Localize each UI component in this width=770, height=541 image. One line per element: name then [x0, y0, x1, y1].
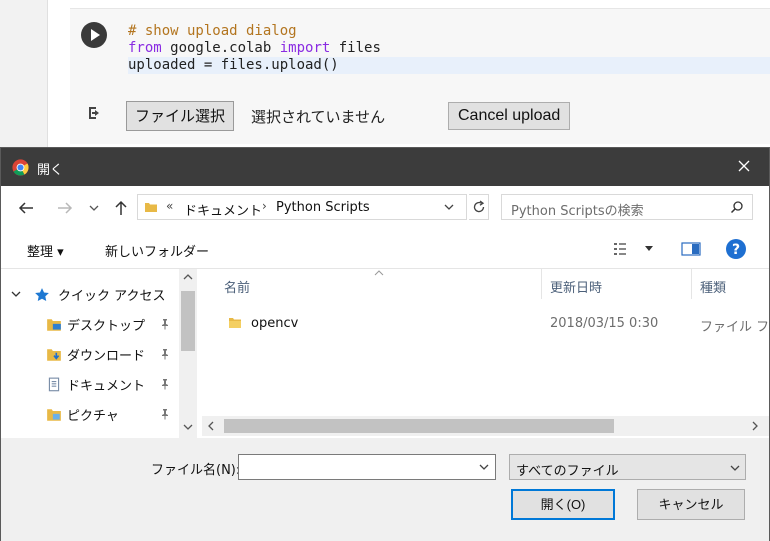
output-icon — [89, 107, 99, 119]
organize-button[interactable]: 整理 ▾ — [27, 241, 64, 260]
nav-item-label: ピクチャ — [67, 409, 119, 424]
pin-icon[interactable] — [159, 408, 171, 420]
nav-item-label: デスクトップ — [67, 319, 146, 334]
code-token: import — [279, 40, 331, 56]
column-label-name: 名前 — [224, 281, 251, 296]
file-type-value: すべてのファイル — [516, 464, 619, 479]
column-header-type[interactable]: 種類 — [692, 269, 769, 299]
sort-ascending-icon — [374, 270, 384, 276]
filename-input[interactable] — [238, 454, 496, 480]
choose-file-button[interactable]: ファイル選択 — [126, 101, 235, 131]
file-type: ファイル フォ — [700, 320, 770, 335]
file-name: opencv — [251, 316, 299, 331]
nav-item-label: クイック アクセス — [58, 289, 166, 304]
scroll-right-icon[interactable] — [751, 421, 759, 431]
refresh-button[interactable] — [469, 194, 489, 220]
code-editor[interactable]: # show upload dialog from google.colab im… — [128, 23, 770, 74]
documents-folder-icon — [48, 377, 60, 392]
code-line[interactable]: from google.colab import files — [128, 40, 770, 57]
column-label-type: 種類 — [700, 281, 727, 296]
scroll-left-icon[interactable] — [207, 421, 215, 431]
cancel-upload-button[interactable]: Cancel upload — [448, 102, 571, 130]
breadcrumb-python-scripts[interactable]: Python Scripts — [276, 200, 370, 215]
column-header-name[interactable]: 名前 — [202, 269, 542, 299]
help-icon[interactable]: ? — [725, 238, 747, 260]
open-file-dialog: 開く « ドキュメント › Python Scripts Python Scri… — [0, 147, 770, 541]
no-file-selected-text: 選択されていません — [251, 108, 386, 126]
filename-dropdown-icon[interactable] — [479, 463, 489, 471]
breadcrumb-overflow[interactable]: « — [166, 199, 173, 213]
code-line[interactable]: uploaded = files.upload() — [128, 57, 770, 74]
code-cell[interactable]: # show upload dialog from google.colab im… — [70, 8, 770, 144]
desktop-folder-icon — [47, 319, 61, 331]
pictures-folder-icon — [47, 409, 61, 421]
run-cell-button[interactable] — [81, 22, 107, 48]
breadcrumb-documents[interactable]: ドキュメント — [184, 200, 262, 219]
pin-icon[interactable] — [159, 378, 171, 390]
view-options-icon[interactable] — [613, 242, 633, 256]
file-list-hscrollbar[interactable] — [202, 416, 769, 436]
file-modified: 2018/03/15 0:30 — [550, 316, 659, 331]
view-dropdown-icon[interactable] — [644, 245, 654, 253]
file-type-select[interactable]: すべてのファイル — [509, 454, 746, 480]
nav-item-label: ドキュメント — [67, 379, 146, 394]
search-icon[interactable] — [730, 200, 744, 214]
search-placeholder: Python Scriptsの検索 — [511, 204, 644, 219]
dialog-titlebar[interactable]: 開く — [1, 148, 769, 186]
navigation-bar: « ドキュメント › Python Scripts Python Scripts… — [1, 186, 769, 230]
code-token: google.colab — [161, 40, 280, 56]
code-token: from — [128, 40, 162, 56]
column-header-modified[interactable]: 更新日時 — [542, 269, 692, 299]
address-bar[interactable]: « ドキュメント › Python Scripts — [137, 194, 467, 220]
filename-label: ファイル名(N): — [151, 463, 241, 478]
dialog-footer: ファイル名(N): すべてのファイル 開く(O) キャンセル — [1, 438, 769, 541]
address-dropdown-icon[interactable] — [444, 203, 454, 211]
file-type-dropdown-icon — [730, 465, 740, 471]
column-label-modified: 更新日時 — [550, 281, 603, 296]
file-list-pane[interactable]: 名前 更新日時 種類 opencv 2018/03/15 0:30 ファイル フ… — [202, 269, 770, 439]
code-token: uploaded = files.upload() — [128, 57, 339, 73]
code-token: # show upload dialog — [128, 23, 297, 39]
star-icon — [35, 288, 49, 302]
recent-locations-chevron-icon[interactable] — [87, 198, 101, 218]
new-folder-button[interactable]: 新しいフォルダー — [105, 241, 209, 260]
nav-item[interactable]: ダウンロード — [1, 339, 179, 369]
nav-item[interactable]: デスクトップ — [1, 309, 179, 339]
search-box[interactable]: Python Scriptsの検索 — [501, 194, 753, 220]
folder-icon — [145, 203, 157, 212]
close-icon[interactable] — [729, 157, 759, 177]
forward-arrow-icon[interactable] — [55, 198, 75, 218]
breadcrumb-chevron: › — [262, 199, 267, 213]
nav-pane-scrollbar[interactable] — [179, 269, 197, 439]
up-arrow-icon[interactable] — [111, 198, 131, 218]
expand-chevron-icon[interactable] — [11, 290, 21, 298]
preview-pane-icon[interactable] — [681, 241, 701, 257]
file-row[interactable]: opencv 2018/03/15 0:30 ファイル フォ — [202, 309, 770, 339]
nav-item[interactable]: ドキュメント — [1, 369, 179, 399]
hscrollbar-thumb[interactable] — [224, 419, 614, 433]
nav-item-label: ダウンロード — [67, 349, 146, 364]
refresh-icon — [473, 200, 485, 213]
pin-icon[interactable] — [159, 348, 171, 360]
dialog-title: 開く — [37, 163, 64, 178]
open-button[interactable]: 開く(O) — [511, 489, 615, 520]
folder-icon — [229, 318, 241, 328]
chrome-icon — [12, 159, 29, 176]
download-folder-icon — [47, 349, 61, 361]
code-token: files — [330, 40, 381, 56]
pin-icon[interactable] — [159, 318, 171, 330]
back-arrow-icon[interactable] — [16, 198, 36, 218]
dialog-content: クイック アクセスデスクトップ ダウンロード ドキュメント ピクチャ 名前 更新日時 … — [1, 268, 770, 439]
svg-text:?: ? — [732, 242, 740, 258]
scroll-up-icon[interactable] — [183, 273, 193, 281]
scrollbar-thumb[interactable] — [181, 291, 195, 351]
nav-item[interactable]: ピクチャ — [1, 399, 179, 429]
nav-item[interactable]: クイック アクセス — [1, 279, 179, 309]
scroll-down-icon[interactable] — [183, 423, 193, 431]
navigation-pane[interactable]: クイック アクセスデスクトップ ダウンロード ドキュメント ピクチャ — [1, 269, 197, 439]
command-bar: 整理 ▾ 新しいフォルダー ? — [1, 230, 769, 268]
cancel-button[interactable]: キャンセル — [637, 489, 745, 520]
code-line[interactable]: # show upload dialog — [128, 23, 770, 40]
